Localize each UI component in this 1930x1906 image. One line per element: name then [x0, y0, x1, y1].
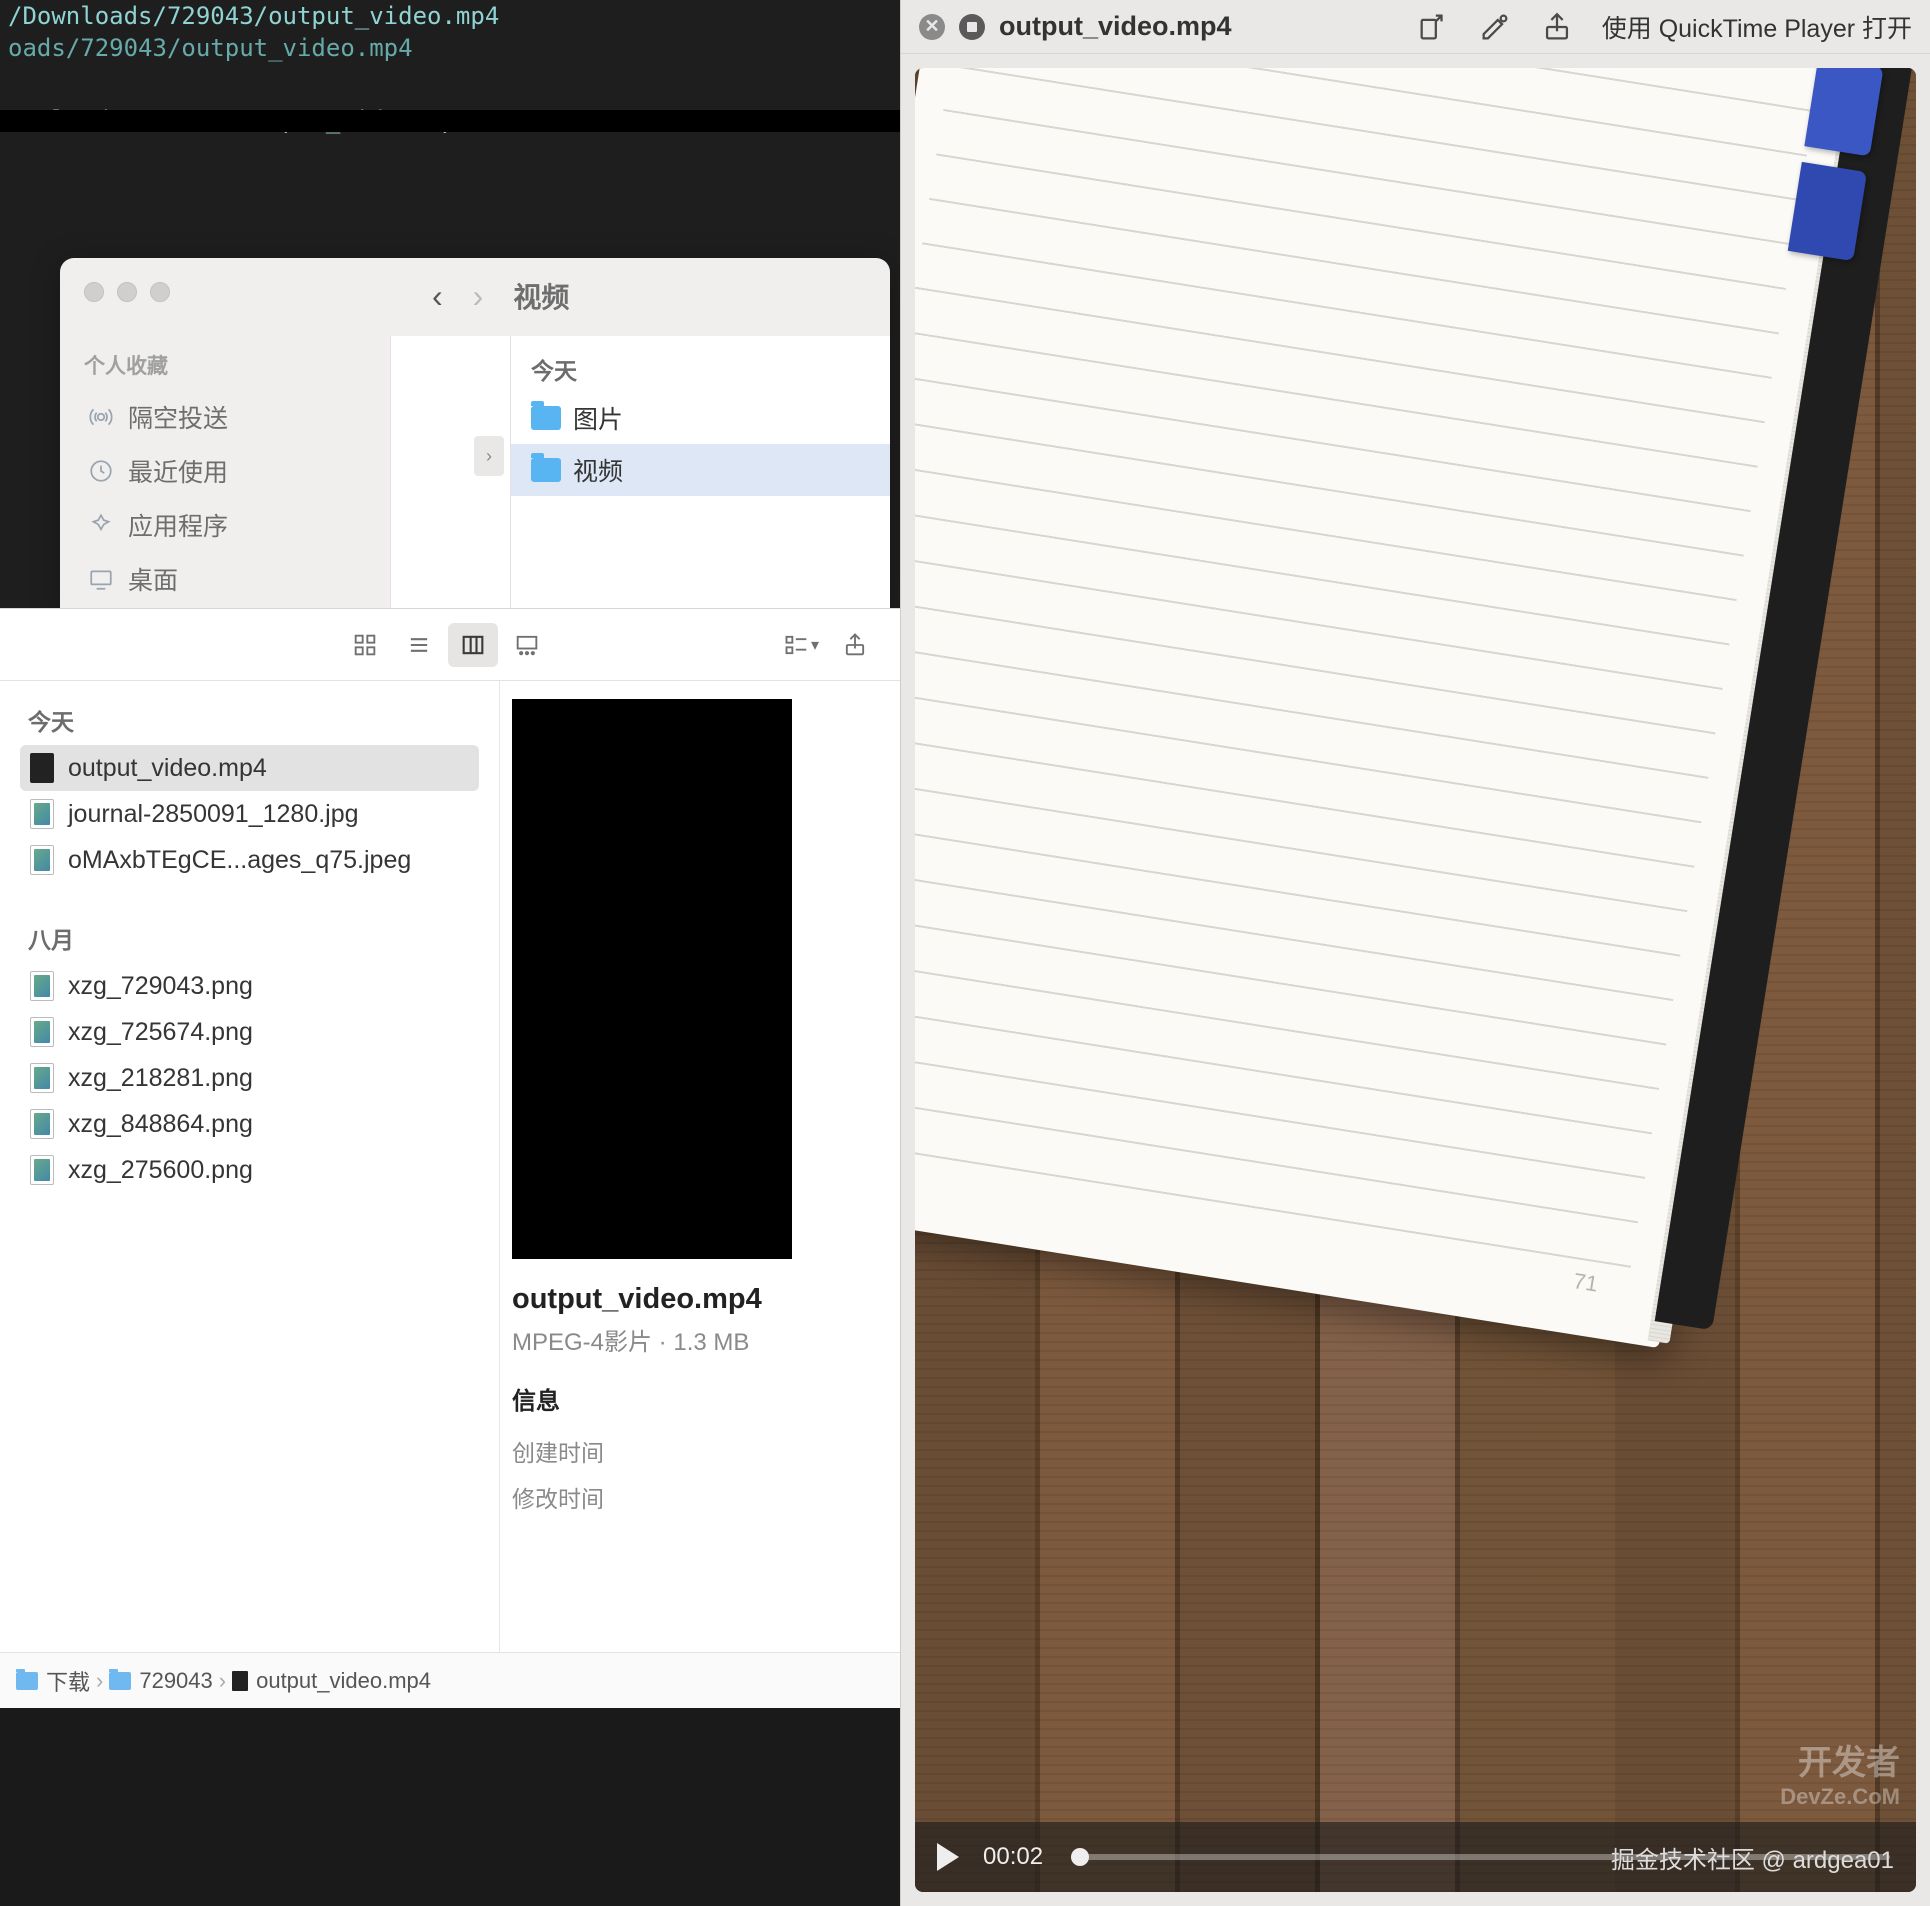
file-row[interactable]: xzg_218281.png	[20, 1055, 479, 1101]
quicklook-filename: output_video.mp4	[999, 11, 1402, 42]
image-file-icon	[30, 1109, 54, 1139]
sidebar-item-recent[interactable]: 最近使用	[84, 444, 366, 498]
preview-filename: output_video.mp4	[512, 1283, 888, 1316]
finder-window-upper: ‹ › 视频 个人收藏 隔空投送 最近使用 应用程序 桌面 ›	[60, 258, 890, 608]
finder-toolbar: ▾	[0, 609, 900, 681]
elapsed-time: 00:02	[983, 1843, 1043, 1871]
image-file-icon	[30, 971, 54, 1001]
info-header: 信息	[512, 1381, 888, 1416]
sidebar-item-applications[interactable]: 应用程序	[84, 498, 366, 552]
credit-text: 掘金技术社区 @ ardgea01	[1611, 1840, 1894, 1875]
rotate-icon[interactable]	[1416, 10, 1450, 44]
nav-forward-button[interactable]: ›	[473, 278, 484, 315]
view-mode-group	[340, 623, 552, 667]
file-row[interactable]: xzg_275600.png	[20, 1147, 479, 1193]
file-row[interactable]: xzg_725674.png	[20, 1009, 479, 1055]
share-button[interactable]	[830, 623, 880, 667]
share-icon[interactable]	[1540, 10, 1574, 44]
folder-row-video[interactable]: 视频	[511, 444, 890, 496]
file-row[interactable]: xzg_848864.png	[20, 1101, 479, 1147]
view-list-button[interactable]	[394, 623, 444, 667]
terminal-line: oads/729043/output_video.mp4	[0, 32, 900, 64]
close-button[interactable]: ✕	[919, 14, 945, 40]
seek-knob[interactable]	[1071, 1848, 1089, 1866]
image-file-icon	[30, 845, 54, 875]
video-viewport[interactable]: 71 开发者 DevZe.CoM 00:02 掘金技术社区 @ ardgea01	[915, 68, 1916, 1892]
view-icons-button[interactable]	[340, 623, 390, 667]
info-row-created: 创建时间	[512, 1428, 888, 1474]
nav-back-button[interactable]: ‹	[432, 278, 443, 315]
view-gallery-button[interactable]	[502, 623, 552, 667]
list-section-header: 八月	[20, 907, 479, 963]
markup-icon[interactable]	[1478, 10, 1512, 44]
file-icon	[232, 1671, 248, 1691]
folder-icon	[531, 458, 561, 482]
terminal-line: /Downloads/729043/output_video.mp4	[0, 0, 900, 32]
list-section-header: 今天	[20, 689, 479, 745]
play-button[interactable]	[937, 1843, 959, 1871]
image-file-icon	[30, 1155, 54, 1185]
quicklook-window: ✕ output_video.mp4 使用 QuickTime Player 打…	[900, 0, 1930, 1906]
column-expand-icon[interactable]: ›	[474, 436, 504, 476]
file-row[interactable]: journal-2850091_1280.jpg	[20, 791, 479, 837]
preview-subtitle: MPEG-4影片 · 1.3 MB	[512, 1322, 888, 1357]
path-bar[interactable]: 下载 › 729043 › output_video.mp4	[0, 1652, 900, 1708]
video-controls: 00:02 掘金技术社区 @ ardgea01	[915, 1822, 1916, 1892]
group-by-button[interactable]: ▾	[776, 623, 826, 667]
finder-title: 视频	[513, 276, 569, 316]
preview-thumbnail	[512, 699, 792, 1259]
file-row[interactable]: output_video.mp4	[20, 745, 479, 791]
folder-row-pictures[interactable]: 图片	[511, 392, 890, 444]
airdrop-icon	[88, 404, 114, 430]
image-file-icon	[30, 1063, 54, 1093]
window-traffic-lights[interactable]	[84, 282, 170, 302]
clock-icon	[88, 458, 114, 484]
page-number: 71	[1571, 1268, 1599, 1298]
apps-icon	[88, 512, 114, 538]
image-file-icon	[30, 799, 54, 829]
sidebar-item-airdrop[interactable]: 隔空投送	[84, 390, 366, 444]
bookmark-tab	[1788, 162, 1867, 261]
sidebar-header: 个人收藏	[84, 350, 366, 380]
preview-column: output_video.mp4 MPEG-4影片 · 1.3 MB 信息 创建…	[500, 681, 900, 1652]
open-with-button[interactable]: 使用 QuickTime Player 打开	[1602, 9, 1912, 45]
video-file-icon	[30, 753, 54, 783]
list-section-header: 今天	[511, 342, 890, 392]
quicklook-titlebar: ✕ output_video.mp4 使用 QuickTime Player 打…	[901, 0, 1930, 54]
watermark: 开发者 DevZe.CoM	[1770, 1731, 1910, 1814]
info-row-modified: 修改时间	[512, 1474, 888, 1520]
image-file-icon	[30, 1017, 54, 1047]
folder-icon	[16, 1672, 38, 1690]
file-row[interactable]: oMAxbTEgCE...ages_q75.jpeg	[20, 837, 479, 883]
folder-icon	[531, 406, 561, 430]
finder-sidebar: 个人收藏 隔空投送 最近使用 应用程序 桌面	[60, 336, 390, 608]
stop-button[interactable]	[959, 14, 985, 40]
finder-window-lower: ▾ 今天 output_video.mp4 journal-2850091_12…	[0, 608, 900, 1708]
sidebar-item-desktop[interactable]: 桌面	[84, 552, 366, 606]
view-columns-button[interactable]	[448, 623, 498, 667]
folder-icon	[109, 1672, 131, 1690]
file-row[interactable]: xzg_729043.png	[20, 963, 479, 1009]
desktop-icon	[88, 566, 114, 592]
file-list-column: 今天 output_video.mp4 journal-2850091_1280…	[0, 681, 500, 1652]
